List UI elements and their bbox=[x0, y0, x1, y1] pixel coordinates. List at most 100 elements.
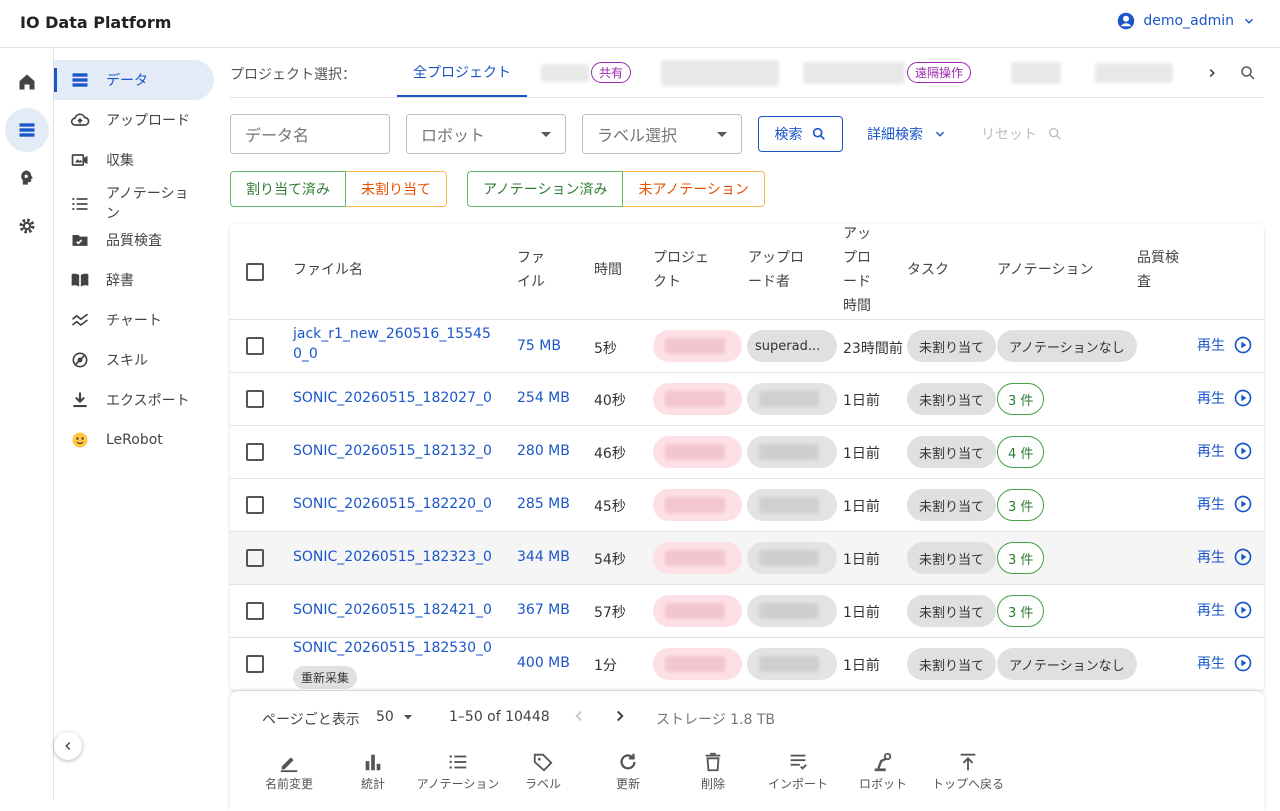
rail-settings[interactable] bbox=[5, 204, 49, 248]
uploader-name-redacted bbox=[759, 391, 819, 407]
sidebar-item-data[interactable]: データ bbox=[54, 60, 214, 100]
sidebar-item-upload[interactable]: アップロード bbox=[54, 100, 214, 140]
delete-button[interactable]: 削除 bbox=[668, 751, 758, 792]
annotation-count-chip[interactable]: 3 件 bbox=[997, 542, 1045, 574]
advanced-search-button[interactable]: 詳細検索 bbox=[867, 124, 947, 144]
play-button[interactable]: 再生 bbox=[1197, 335, 1253, 355]
tab-project-2[interactable] bbox=[661, 48, 779, 97]
action-label: 統計 bbox=[360, 777, 385, 791]
rail-home[interactable] bbox=[5, 60, 49, 104]
table-row[interactable]: SONIC_20260515_182220_0 285 MB 45秒 1日前 未… bbox=[230, 479, 1264, 532]
col-project[interactable]: プロジェ クト bbox=[653, 246, 709, 294]
sidebar-item-chart[interactable]: チャート bbox=[54, 300, 214, 340]
play-label: 再生 bbox=[1197, 338, 1225, 354]
file-name-link[interactable]: SONIC_20260515_182220_0 bbox=[293, 496, 492, 512]
label-button[interactable]: ラベル bbox=[498, 751, 588, 792]
sidebar-item-quality[interactable]: 品質検査 bbox=[54, 220, 214, 260]
table-row[interactable]: SONIC_20260515_182027_0 254 MB 40秒 1日前 未… bbox=[230, 373, 1264, 426]
play-button[interactable]: 再生 bbox=[1197, 547, 1253, 567]
play-button[interactable]: 再生 bbox=[1197, 653, 1253, 673]
col-task[interactable]: タスク bbox=[907, 258, 949, 282]
table-row[interactable]: SONIC_20260515_182323_0 344 MB 54秒 1日前 未… bbox=[230, 532, 1264, 585]
row-checkbox[interactable] bbox=[246, 655, 264, 673]
sidebar-item-export[interactable]: エクスポート bbox=[54, 380, 214, 420]
tab-project-4[interactable] bbox=[1011, 48, 1061, 97]
row-checkbox[interactable] bbox=[246, 337, 264, 355]
col-file-size[interactable]: ファ イル bbox=[517, 246, 545, 294]
refresh-icon bbox=[617, 751, 639, 773]
play-button[interactable]: 再生 bbox=[1197, 600, 1253, 620]
annotation-toggle: アノテーション済み 未アノテーション bbox=[467, 171, 765, 207]
tabs-scroll-right[interactable] bbox=[1205, 48, 1219, 97]
stats-button[interactable]: 統計 bbox=[328, 751, 418, 792]
unannotated-toggle[interactable]: 未アノテーション bbox=[623, 171, 765, 207]
col-uploader[interactable]: アップロ ード者 bbox=[748, 246, 804, 294]
file-name-link[interactable]: SONIC_20260515_182027_0 bbox=[293, 390, 492, 406]
user-menu[interactable]: demo_admin bbox=[1117, 12, 1256, 30]
annotation-count-chip[interactable]: 3 件 bbox=[997, 383, 1045, 415]
import-button[interactable]: インポート bbox=[753, 751, 843, 792]
play-button[interactable]: 再生 bbox=[1197, 388, 1253, 408]
play-button[interactable]: 再生 bbox=[1197, 494, 1253, 514]
sidebar-item-skill[interactable]: スキル bbox=[54, 340, 214, 380]
label-select[interactable]: ラベル選択 bbox=[582, 114, 742, 154]
row-checkbox[interactable] bbox=[246, 549, 264, 567]
file-size: 367 MB bbox=[517, 602, 570, 618]
table-row[interactable]: SONIC_20260515_182132_0 280 MB 46秒 1日前 未… bbox=[230, 426, 1264, 479]
rail-brain[interactable] bbox=[5, 156, 49, 200]
col-quality[interactable]: 品質検 査 bbox=[1137, 246, 1179, 294]
data-name-input[interactable]: データ名 bbox=[230, 114, 390, 154]
tab-project-remote[interactable]: 遠隔操作 bbox=[803, 48, 972, 97]
back-to-top-button[interactable]: トップへ戻る bbox=[923, 751, 1013, 792]
assigned-toggle[interactable]: 割り当て済み bbox=[230, 171, 346, 207]
unassigned-toggle[interactable]: 未割り当て bbox=[346, 171, 447, 207]
uploader-chip bbox=[747, 542, 837, 574]
project-search-button[interactable] bbox=[1239, 48, 1257, 97]
col-file-name[interactable]: ファイル名 bbox=[293, 258, 363, 282]
file-name-link[interactable]: SONIC_20260515_182421_0 bbox=[293, 602, 492, 618]
row-checkbox[interactable] bbox=[246, 602, 264, 620]
col-annotation[interactable]: アノテーション bbox=[997, 258, 1093, 282]
tab-all-projects[interactable]: 全プロジェクト bbox=[397, 48, 527, 97]
select-all-checkbox[interactable] bbox=[246, 263, 264, 281]
file-name-link[interactable]: SONIC_20260515_182132_0 bbox=[293, 443, 492, 459]
table-row[interactable]: SONIC_20260515_182421_0 367 MB 57秒 1日前 未… bbox=[230, 585, 1264, 638]
robot-button[interactable]: ロボット bbox=[838, 751, 928, 792]
per-page-select[interactable]: 50 bbox=[376, 709, 414, 725]
annotated-toggle[interactable]: アノテーション済み bbox=[467, 171, 624, 207]
sidebar-item-dictionary[interactable]: 辞書 bbox=[54, 260, 214, 300]
row-checkbox[interactable] bbox=[246, 496, 264, 514]
prev-page-button[interactable] bbox=[570, 707, 588, 725]
sidebar-item-collect[interactable]: 収集 bbox=[54, 140, 214, 180]
annotation-button[interactable]: アノテーション bbox=[413, 751, 503, 792]
file-name-link[interactable]: jack_r1_new_260516_155450_0 bbox=[293, 324, 498, 364]
robot-select[interactable]: ロボット bbox=[406, 114, 566, 154]
sidebar-item-lerobot[interactable]: LeRobot bbox=[54, 420, 214, 460]
col-duration[interactable]: 時間 bbox=[594, 258, 622, 282]
rename-button[interactable]: 名前変更 bbox=[244, 751, 334, 792]
reset-button[interactable]: リセット bbox=[981, 124, 1063, 144]
table-row[interactable]: SONIC_20260515_182530_0 重新采集 400 MB 1分 1… bbox=[230, 638, 1264, 690]
row-checkbox[interactable] bbox=[246, 390, 264, 408]
row-checkbox[interactable] bbox=[246, 443, 264, 461]
tab-project-5[interactable] bbox=[1095, 48, 1173, 97]
annotation-count-chip[interactable]: 3 件 bbox=[997, 489, 1045, 521]
table-row[interactable]: jack_r1_new_260516_155450_0 75 MB 5秒 sup… bbox=[230, 320, 1264, 373]
file-name-link[interactable]: SONIC_20260515_182530_0 bbox=[293, 640, 492, 656]
annotation-count-chip[interactable]: 4 件 bbox=[997, 436, 1045, 468]
tab-project-shared[interactable]: 共有 bbox=[541, 48, 632, 97]
project-name-redacted bbox=[1095, 62, 1173, 83]
search-button[interactable]: 検索 bbox=[758, 116, 843, 152]
next-page-button[interactable] bbox=[611, 707, 629, 725]
data-table: ファイル名 ファ イル 時間 プロジェ クト アップロ ード者 アッ プロ ード… bbox=[230, 224, 1264, 690]
rail-data[interactable] bbox=[5, 108, 49, 152]
duration: 54秒 bbox=[594, 552, 626, 568]
play-button[interactable]: 再生 bbox=[1197, 441, 1253, 461]
col-upload-time[interactable]: アッ プロ ード 時間 bbox=[843, 224, 871, 318]
annotation-count-chip[interactable]: 3 件 bbox=[997, 595, 1045, 627]
refresh-button[interactable]: 更新 bbox=[583, 751, 673, 792]
file-name-link[interactable]: SONIC_20260515_182323_0 bbox=[293, 549, 492, 565]
collapse-sidebar-button[interactable] bbox=[54, 732, 82, 760]
upload-time: 23時間前 bbox=[843, 341, 903, 357]
task-chip: 未割り当て bbox=[907, 595, 996, 627]
